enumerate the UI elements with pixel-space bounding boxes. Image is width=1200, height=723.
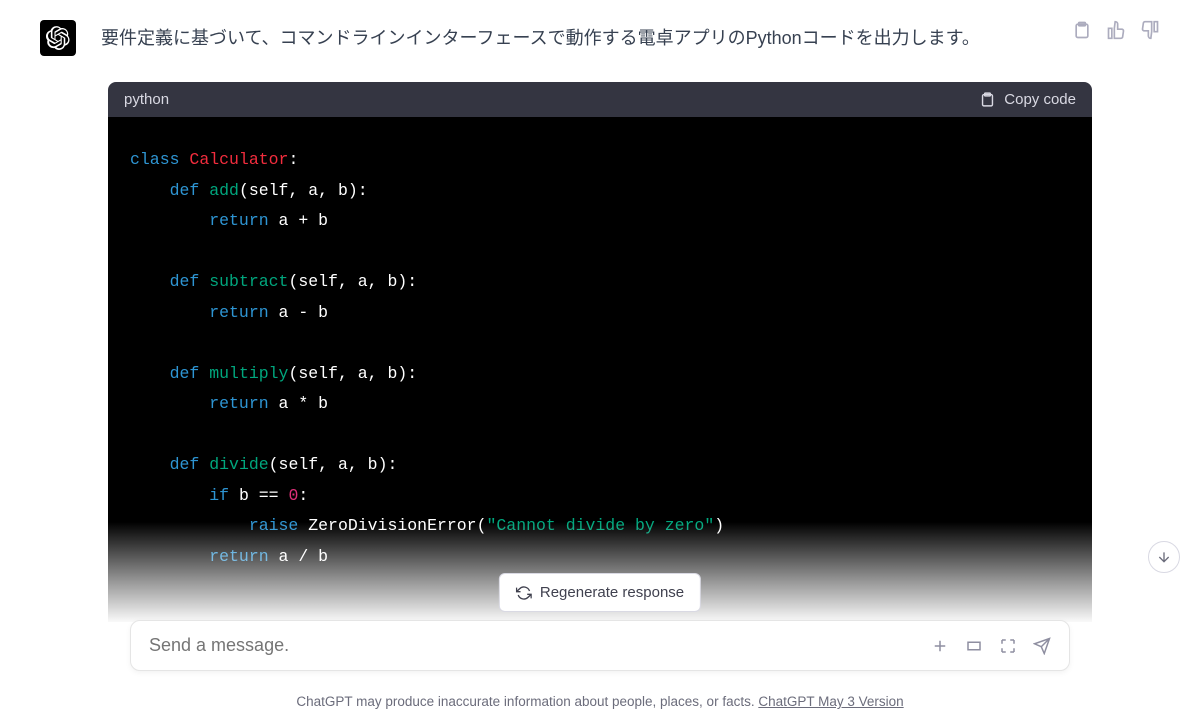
code-language-label: python [124,91,169,108]
arrow-down-icon [1156,549,1172,565]
code-token: (self, a, b): [288,364,417,383]
code-token: ZeroDivisionError [308,516,476,535]
code-token: def [170,272,200,291]
assistant-intro-text: 要件定義に基づいて、コマンドラインインターフェースで動作する電卓アプリのPyth… [101,20,1062,53]
regenerate-label: Regenerate response [540,584,684,601]
code-header: python Copy code [108,82,1092,117]
copy-code-label: Copy code [1004,91,1076,108]
code-token: class [130,150,180,169]
thumbs-up-icon[interactable] [1106,20,1126,40]
code-token: if [209,486,229,505]
code-token: a + b [279,211,329,230]
code-token: : [288,150,298,169]
code-token: b == [239,486,289,505]
expand-icon[interactable] [999,637,1017,655]
code-token: return [209,394,268,413]
code-token: (self, a, b): [288,272,417,291]
code-token: ( [477,516,487,535]
code-token: def [170,181,200,200]
thumbs-down-icon[interactable] [1140,20,1160,40]
rectangle-icon[interactable] [965,637,983,655]
disclaimer: ChatGPT may produce inaccurate informati… [0,694,1200,709]
code-token: multiply [209,364,288,383]
code-token: return [209,211,268,230]
message-input[interactable] [149,635,931,656]
code-token: return [209,303,268,322]
code-token: Calculator [189,150,288,169]
disclaimer-text: ChatGPT may produce inaccurate informati… [296,694,758,709]
regenerate-button[interactable]: Regenerate response [499,573,701,612]
openai-icon [46,26,70,50]
code-token: "Cannot divide by zero" [486,516,714,535]
refresh-icon [516,585,532,601]
message-input-row [130,620,1070,671]
code-token: (self, a, b): [269,455,398,474]
code-token: : [298,486,308,505]
code-token: add [209,181,239,200]
version-link[interactable]: ChatGPT May 3 Version [758,694,903,709]
assistant-avatar [40,20,76,56]
send-icon[interactable] [1033,637,1051,655]
code-token: a / b [279,547,329,566]
code-token: raise [249,516,299,535]
code-token: divide [209,455,268,474]
code-token: return [209,547,268,566]
copy-code-button[interactable]: Copy code [979,91,1076,108]
code-body: class Calculator: def add(self, a, b): r… [108,117,1092,622]
code-token: a - b [279,303,329,322]
code-block: python Copy code class Calculator: def a… [108,82,1092,622]
scroll-down-button[interactable] [1148,541,1180,573]
plus-icon[interactable] [931,637,949,655]
code-token: a * b [279,394,329,413]
code-token: (self, a, b): [239,181,368,200]
clipboard-icon[interactable] [1072,20,1092,40]
code-token: def [170,455,200,474]
code-token: 0 [288,486,298,505]
code-token: ) [714,516,724,535]
code-token: subtract [209,272,288,291]
clipboard-icon [979,91,996,108]
code-token: def [170,364,200,383]
